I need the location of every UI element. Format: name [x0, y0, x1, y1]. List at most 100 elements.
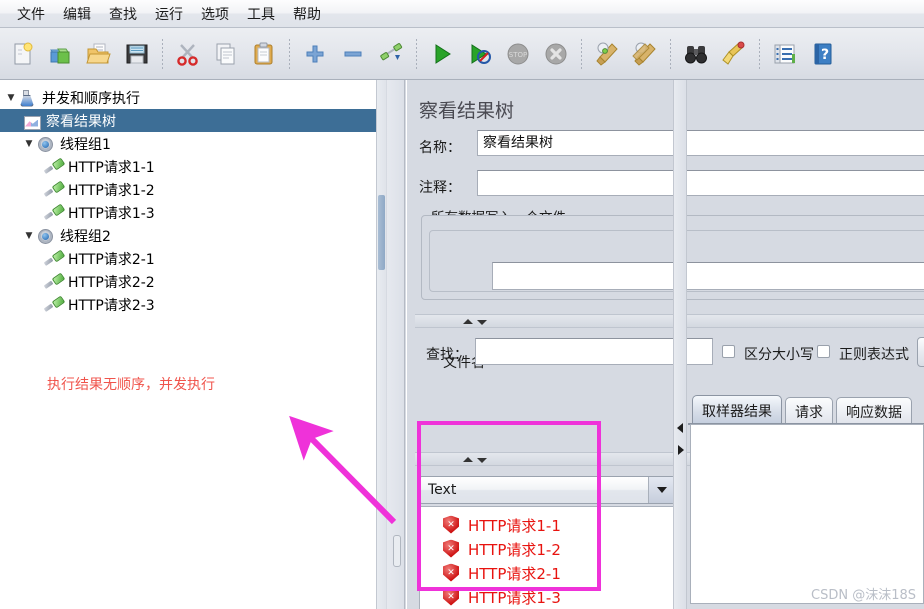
- menu-help[interactable]: 帮助: [284, 1, 330, 27]
- stop-icon[interactable]: STOP: [501, 37, 535, 71]
- help-book-icon[interactable]: ?: [806, 37, 840, 71]
- tree-node-http-1-2[interactable]: HTTP请求1-2: [0, 178, 385, 201]
- http-sampler-icon: [44, 181, 64, 199]
- chevron-down-icon[interactable]: [477, 320, 487, 325]
- http-sampler-icon: [44, 273, 64, 291]
- tree-node-label: 并发和顺序执行: [42, 90, 140, 107]
- tree-node-view-results-tree[interactable]: 察看结果树: [0, 109, 385, 132]
- menu-search[interactable]: 查找: [100, 1, 146, 27]
- tab-label: 请求: [795, 404, 823, 421]
- list-item[interactable]: HTTP请求1-2: [420, 537, 675, 561]
- tree-node-thread-group-1[interactable]: ▼ 线程组1: [0, 132, 385, 155]
- renderer-combobox[interactable]: Text: [418, 476, 676, 504]
- regex-label: 正则表达式: [839, 347, 909, 363]
- clear-broom-icon[interactable]: [590, 37, 624, 71]
- comment-input[interactable]: [477, 170, 924, 196]
- tree-node-http-1-3[interactable]: HTTP请求1-3: [0, 201, 385, 224]
- collapse-right-arrow-icon[interactable]: [678, 445, 684, 455]
- tree-vertical-scrollbar[interactable]: [376, 80, 386, 609]
- results-detail-splitter[interactable]: [673, 80, 687, 609]
- tree-node-label: HTTP请求2-3: [68, 297, 155, 314]
- test-plan-tree[interactable]: ▼ 并发和顺序执行 察看结果树 ▼ 线程组1 HTTP请求1-1 HTTP请求1…: [0, 80, 385, 316]
- cut-scissors-icon[interactable]: [171, 37, 205, 71]
- menu-file[interactable]: 文件: [8, 1, 54, 27]
- filename-input[interactable]: [492, 262, 924, 290]
- chevron-up-icon[interactable]: [463, 319, 473, 324]
- tree-node-label: HTTP请求1-2: [68, 182, 155, 199]
- sampler-result-list[interactable]: HTTP请求1-1 HTTP请求1-2 HTTP请求2-1 HTTP请求1-3 …: [419, 506, 676, 609]
- open-folder-icon[interactable]: [82, 37, 116, 71]
- menu-options[interactable]: 选项: [192, 1, 238, 27]
- tab-response-data[interactable]: 响应数据: [836, 397, 912, 425]
- tree-node-http-2-1[interactable]: HTTP请求2-1: [0, 247, 385, 270]
- thread-group-icon: [36, 227, 56, 245]
- case-sensitive-checkbox[interactable]: [722, 345, 735, 358]
- twisty-expanded-icon[interactable]: ▼: [22, 139, 36, 149]
- tree-node-http-2-2[interactable]: HTTP请求2-2: [0, 270, 385, 293]
- tab-sampler-result[interactable]: 取样器结果: [692, 395, 782, 425]
- chevron-down-icon[interactable]: [648, 477, 675, 503]
- save-icon[interactable]: [120, 37, 154, 71]
- search-binoculars-icon[interactable]: [679, 37, 713, 71]
- toolbar-separator: [581, 38, 582, 69]
- thread-group-icon: [36, 135, 56, 153]
- detail-tabstrip: 取样器结果 请求 响应数据: [692, 395, 915, 425]
- clear-all-broom-icon[interactable]: [628, 37, 662, 71]
- menu-run[interactable]: 运行: [146, 1, 192, 27]
- templates-icon[interactable]: [44, 37, 78, 71]
- scrollbar-thumb[interactable]: [378, 195, 385, 270]
- tree-node-thread-group-2[interactable]: ▼ 线程组2: [0, 224, 385, 247]
- tree-node-test-plan[interactable]: ▼ 并发和顺序执行: [0, 86, 385, 109]
- chevron-up-icon[interactable]: [463, 457, 473, 462]
- tree-node-label: HTTP请求2-2: [68, 274, 155, 291]
- function-helper-icon[interactable]: [768, 37, 802, 71]
- start-no-timers-icon[interactable]: [463, 37, 497, 71]
- splitter-grip[interactable]: [393, 535, 401, 567]
- search-field-label: 查找：: [426, 347, 468, 363]
- paste-clipboard-icon[interactable]: [247, 37, 281, 71]
- name-input[interactable]: 察看结果树: [477, 130, 924, 156]
- menu-tools[interactable]: 工具: [238, 1, 284, 27]
- tree-node-label: 察看结果树: [46, 113, 116, 130]
- http-sampler-icon: [44, 250, 64, 268]
- collapse-left-arrow-icon[interactable]: [677, 423, 683, 433]
- search-action-button[interactable]: [917, 337, 924, 367]
- start-play-icon[interactable]: [425, 37, 459, 71]
- name-field-label: 名称：: [419, 140, 461, 156]
- error-shield-icon: [442, 540, 460, 559]
- list-item[interactable]: HTTP请求1-3: [420, 585, 675, 609]
- twisty-expanded-icon[interactable]: ▼: [4, 93, 18, 103]
- list-item-label: HTTP请求1-3: [468, 588, 561, 607]
- error-shield-icon: [442, 516, 460, 535]
- jmeter-window: 文件 编辑 查找 运行 选项 工具 帮助 STOP ? ▼ 并发和顺序执行 察看…: [0, 0, 924, 609]
- collapse-strip-upper[interactable]: [415, 314, 924, 328]
- list-item-label: HTTP请求2-1: [468, 564, 561, 583]
- expand-plus-icon[interactable]: [298, 37, 332, 71]
- toggle-enable-icon[interactable]: [374, 37, 408, 71]
- list-item[interactable]: HTTP请求2-1: [420, 561, 675, 585]
- menu-edit[interactable]: 编辑: [54, 1, 100, 27]
- new-file-icon[interactable]: [6, 37, 40, 71]
- toolbar-separator: [416, 38, 417, 69]
- copy-icon[interactable]: [209, 37, 243, 71]
- page-title: 察看结果树: [419, 100, 515, 122]
- regex-checkbox[interactable]: [817, 345, 830, 358]
- toolbar: STOP ?: [0, 28, 924, 80]
- tab-label: 响应数据: [846, 404, 902, 421]
- tree-node-label: HTTP请求1-1: [68, 159, 155, 176]
- main-splitter[interactable]: [387, 80, 405, 609]
- shutdown-icon[interactable]: [539, 37, 573, 71]
- tree-node-http-1-1[interactable]: HTTP请求1-1: [0, 155, 385, 178]
- toolbar-separator: [670, 38, 671, 69]
- list-item[interactable]: HTTP请求1-1: [420, 513, 675, 537]
- tab-content-area[interactable]: [690, 424, 924, 604]
- tree-node-http-2-3[interactable]: HTTP请求2-3: [0, 293, 385, 316]
- http-sampler-icon: [44, 204, 64, 222]
- chevron-down-icon[interactable]: [477, 458, 487, 463]
- test-plan-icon: [18, 89, 38, 107]
- twisty-expanded-icon[interactable]: ▼: [22, 231, 36, 241]
- reset-search-broom-icon[interactable]: [717, 37, 751, 71]
- collapse-minus-icon[interactable]: [336, 37, 370, 71]
- tab-request[interactable]: 请求: [785, 397, 833, 425]
- error-shield-icon: [442, 564, 460, 583]
